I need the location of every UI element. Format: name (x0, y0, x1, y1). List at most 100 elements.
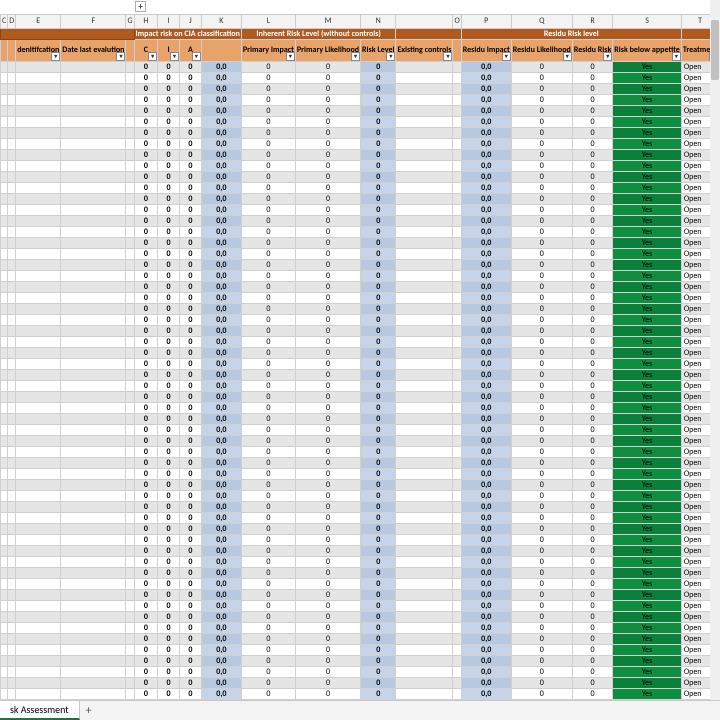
cell[interactable]: 0 (511, 149, 572, 160)
cell[interactable] (61, 380, 126, 391)
cell[interactable]: 0 (134, 127, 158, 138)
cell[interactable] (396, 666, 453, 677)
header-primary-impact-filter-icon[interactable]: ▾ (286, 52, 295, 61)
cell[interactable]: Yes (613, 72, 682, 83)
cell[interactable] (16, 193, 61, 204)
cell[interactable] (126, 127, 134, 138)
cell[interactable] (453, 193, 461, 204)
cell[interactable]: 0,0 (461, 556, 511, 567)
header-residu-risk-filter-icon[interactable]: ▾ (603, 52, 612, 61)
header-c-filter-icon[interactable]: ▾ (148, 52, 157, 61)
cell[interactable]: 0 (180, 204, 202, 215)
cell[interactable] (453, 567, 461, 578)
cell[interactable]: 0 (361, 633, 396, 644)
cell[interactable] (453, 402, 461, 413)
cell[interactable]: 0 (361, 413, 396, 424)
cell[interactable]: 0 (158, 358, 180, 369)
cell[interactable]: 0 (241, 435, 295, 446)
cell[interactable]: 0 (134, 644, 158, 655)
cell[interactable] (1, 655, 8, 666)
cell[interactable] (8, 490, 16, 501)
table-row[interactable]: 0000,00000,000YesOpen (1, 611, 720, 622)
cell[interactable] (396, 83, 453, 94)
cell[interactable]: 0,0 (201, 655, 241, 666)
cell[interactable] (8, 369, 16, 380)
cell[interactable]: 0 (134, 336, 158, 347)
header-residu-impact-filter-icon[interactable]: ▾ (502, 52, 511, 61)
cell[interactable]: 0,0 (461, 270, 511, 281)
cell[interactable] (126, 556, 134, 567)
cell[interactable] (16, 589, 61, 600)
cell[interactable]: 0,0 (201, 622, 241, 633)
cell[interactable]: 0,0 (461, 600, 511, 611)
cell[interactable]: 0 (295, 94, 360, 105)
cell[interactable] (126, 457, 134, 468)
cell[interactable]: 0 (361, 149, 396, 160)
cell[interactable] (1, 457, 8, 468)
cell[interactable]: 0,0 (201, 215, 241, 226)
cell[interactable]: 0,0 (461, 534, 511, 545)
cell[interactable]: 0 (361, 160, 396, 171)
cell[interactable]: 0 (134, 424, 158, 435)
cell[interactable]: 0 (511, 237, 572, 248)
cell[interactable]: 0 (511, 94, 572, 105)
cell[interactable] (396, 138, 453, 149)
cell[interactable]: 0 (241, 160, 295, 171)
cell[interactable] (126, 281, 134, 292)
cell[interactable]: 0 (158, 490, 180, 501)
cell[interactable]: 0 (180, 490, 202, 501)
cell[interactable]: 0,0 (201, 534, 241, 545)
cell[interactable]: 0,0 (201, 237, 241, 248)
cell[interactable]: 0 (511, 193, 572, 204)
cell[interactable] (453, 182, 461, 193)
cell[interactable] (126, 116, 134, 127)
cell[interactable]: 0 (572, 479, 612, 490)
cell[interactable]: 0 (572, 501, 612, 512)
cell[interactable]: 0 (361, 325, 396, 336)
cell[interactable]: 0 (241, 171, 295, 182)
cell[interactable]: 0 (180, 259, 202, 270)
cell[interactable] (1, 402, 8, 413)
cell[interactable] (8, 413, 16, 424)
cell[interactable]: Yes (613, 490, 682, 501)
cell[interactable]: 0 (180, 358, 202, 369)
cell[interactable]: 0 (361, 611, 396, 622)
cell[interactable]: 0 (134, 512, 158, 523)
cell[interactable]: 0 (241, 644, 295, 655)
cell[interactable]: 0 (572, 358, 612, 369)
cell[interactable] (16, 468, 61, 479)
cell[interactable]: Yes (613, 424, 682, 435)
cell[interactable] (16, 248, 61, 259)
table-row[interactable]: 0000,00000,000YesOpen (1, 501, 720, 512)
cell[interactable]: 0 (180, 292, 202, 303)
cell[interactable]: 0 (158, 666, 180, 677)
header-primary-impact[interactable]: Primary Impact▾ (241, 39, 295, 61)
cell[interactable]: 0 (158, 72, 180, 83)
cell[interactable]: 0,0 (461, 468, 511, 479)
cell[interactable]: Yes (613, 358, 682, 369)
cell[interactable] (453, 380, 461, 391)
cell[interactable] (8, 292, 16, 303)
cell[interactable] (453, 534, 461, 545)
cell[interactable] (453, 523, 461, 534)
cell[interactable]: 0 (572, 413, 612, 424)
cell[interactable]: 0,0 (461, 655, 511, 666)
cell[interactable]: 0 (180, 215, 202, 226)
cell[interactable]: 0 (511, 413, 572, 424)
cell[interactable]: 0,0 (461, 567, 511, 578)
cell[interactable]: 0 (511, 655, 572, 666)
cell[interactable]: 0 (511, 424, 572, 435)
cell[interactable] (126, 391, 134, 402)
cell[interactable]: 0,0 (461, 512, 511, 523)
cell[interactable]: 0 (511, 281, 572, 292)
cell[interactable]: 0 (361, 380, 396, 391)
cell[interactable]: 0 (134, 105, 158, 116)
cell[interactable]: 0 (158, 413, 180, 424)
cell[interactable] (61, 567, 126, 578)
cell[interactable]: 0,0 (201, 248, 241, 259)
cell[interactable]: 0 (134, 171, 158, 182)
cell[interactable] (16, 336, 61, 347)
cell[interactable]: 0 (158, 578, 180, 589)
cell[interactable]: Yes (613, 226, 682, 237)
cell[interactable] (453, 479, 461, 490)
